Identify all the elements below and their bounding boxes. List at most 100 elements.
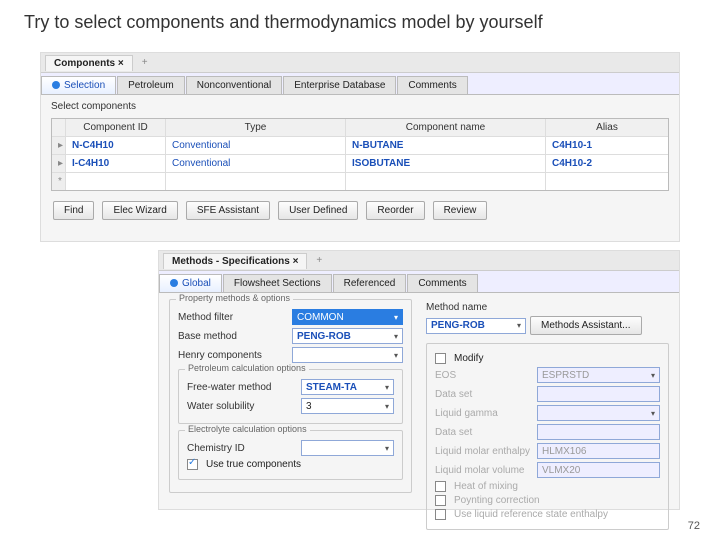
doc-tab-row: Methods - Specifications × + [159,251,679,271]
tab-selection[interactable]: Selection [41,76,116,94]
property-methods-group: Property methods & options Method filter… [169,299,412,493]
tab-comments[interactable]: Comments [397,76,467,94]
tab-label: Global [182,278,211,289]
tab-nonconventional[interactable]: Nonconventional [186,76,283,94]
cell-id[interactable]: I-C4H10 [66,155,166,172]
true-components-checkbox[interactable] [187,459,198,470]
petroleum-group: Petroleum calculation options Free-water… [178,369,403,424]
chevron-down-icon: ▾ [651,371,655,380]
col-component-name[interactable]: Component name [346,119,546,136]
liq-volume-label: Liquid molar volume [435,465,533,476]
chemistry-id-combo[interactable]: ▾ [301,440,394,456]
chevron-down-icon: ▾ [651,409,655,418]
find-button[interactable]: Find [53,201,94,220]
heat-mixing-label: Heat of mixing [454,481,518,492]
chevron-down-icon: ▾ [517,321,521,330]
group-legend: Electrolyte calculation options [185,424,310,434]
cell-id[interactable]: N-C4H10 [66,137,166,154]
col-type[interactable]: Type [166,119,346,136]
sheet-tabs: Selection Petroleum Nonconventional Ente… [41,73,679,95]
dataset2-label: Data set [435,427,533,438]
user-defined-button[interactable]: User Defined [278,201,358,220]
group-legend: Petroleum calculation options [185,363,309,373]
method-filter-label: Method filter [178,312,288,323]
cell-name[interactable]: ISOBUTANE [346,155,546,172]
eos-combo: ESPRSTD▾ [537,367,660,383]
freewater-label: Free-water method [187,382,297,393]
poynting-label: Poynting correction [454,495,540,506]
tab-referenced[interactable]: Referenced [333,274,407,292]
base-method-combo[interactable]: PENG-ROB▾ [292,328,403,344]
cell-alias[interactable]: C4H10-1 [546,137,668,154]
modify-checkbox[interactable] [435,353,446,364]
chevron-down-icon: ▾ [394,332,398,341]
row-handle-icon[interactable]: ▸ [52,137,66,154]
liq-enthalpy-combo: HLMX106 [537,443,660,459]
tab-flowsheet-sections[interactable]: Flowsheet Sections [223,274,332,292]
add-tab-icon[interactable]: + [311,255,327,266]
table-row[interactable]: ▸ N-C4H10 Conventional N-BUTANE C4H10-1 [52,137,668,155]
liq-ref-checkbox [435,509,446,520]
section-label: Select components [41,95,679,118]
methods-assistant-button[interactable]: Methods Assistant... [530,316,642,335]
liq-enthalpy-label: Liquid molar enthalpy [435,446,533,457]
cell-type[interactable]: Conventional [166,137,346,154]
modify-group: Modify EOS ESPRSTD▾ Data set Liquid gamm… [426,343,669,530]
chevron-down-icon: ▾ [394,351,398,360]
add-tab-icon[interactable]: + [137,57,153,68]
dataset-label: Data set [435,389,533,400]
eos-label: EOS [435,370,533,381]
page-number: 72 [688,520,700,532]
tab-comments[interactable]: Comments [407,274,477,292]
col-alias[interactable]: Alias [546,119,668,136]
button-row: Find Elec Wizard SFE Assistant User Defi… [41,191,679,230]
components-panel: Components × + Selection Petroleum Nonco… [40,52,680,242]
tab-petroleum[interactable]: Petroleum [117,76,185,94]
chevron-down-icon: ▾ [385,402,389,411]
review-button[interactable]: Review [433,201,488,220]
watersol-combo[interactable]: 3▾ [301,398,394,414]
row-handle-icon[interactable]: ▸ [52,155,66,172]
globe-icon [170,279,178,287]
chevron-down-icon: ▾ [394,313,398,322]
liquid-gamma-label: Liquid gamma [435,408,533,419]
chemistry-id-label: Chemistry ID [187,443,297,454]
method-name-combo[interactable]: PENG-ROB▾ [426,318,526,334]
page-title: Try to select components and thermodynam… [0,0,720,41]
sheet-tabs: Global Flowsheet Sections Referenced Com… [159,271,679,293]
modify-label: Modify [454,353,483,364]
methods-panel: Methods - Specifications × + Global Flow… [158,250,680,510]
elec-wizard-button[interactable]: Elec Wizard [102,201,177,220]
liq-ref-label: Use liquid reference state enthalpy [454,509,608,520]
table-row[interactable]: ▸ I-C4H10 Conventional ISOBUTANE C4H10-2 [52,155,668,173]
method-filter-combo[interactable]: COMMON▾ [292,309,403,325]
dataset2-spinner [537,424,660,440]
row-handle-icon[interactable]: * [52,173,66,190]
tab-enterprise-db[interactable]: Enterprise Database [283,76,396,94]
globe-icon [52,81,60,89]
group-legend: Property methods & options [176,293,293,303]
heat-mixing-checkbox [435,481,446,492]
cell-type[interactable]: Conventional [166,155,346,172]
chevron-down-icon: ▾ [385,383,389,392]
doc-tab-components[interactable]: Components × [45,55,133,71]
sfe-assistant-button[interactable]: SFE Assistant [186,201,270,220]
cell-alias[interactable]: C4H10-2 [546,155,668,172]
tab-label: Selection [64,80,105,91]
freewater-combo[interactable]: STEAM-TA▾ [301,379,394,395]
base-method-label: Base method [178,331,288,342]
dataset-spinner [537,386,660,402]
doc-tab-methods[interactable]: Methods - Specifications × [163,253,307,269]
tab-global[interactable]: Global [159,274,222,292]
reorder-button[interactable]: Reorder [366,201,424,220]
col-component-id[interactable]: Component ID [66,119,166,136]
watersol-label: Water solubility [187,401,297,412]
electrolyte-group: Electrolyte calculation options Chemistr… [178,430,403,480]
cell-name[interactable]: N-BUTANE [346,137,546,154]
grid-header: Component ID Type Component name Alias [52,119,668,137]
true-components-label: Use true components [206,459,301,470]
henry-combo[interactable]: ▾ [292,347,403,363]
henry-label: Henry components [178,350,288,361]
components-grid: Component ID Type Component name Alias ▸… [51,118,669,191]
table-row-empty[interactable]: * [52,173,668,190]
